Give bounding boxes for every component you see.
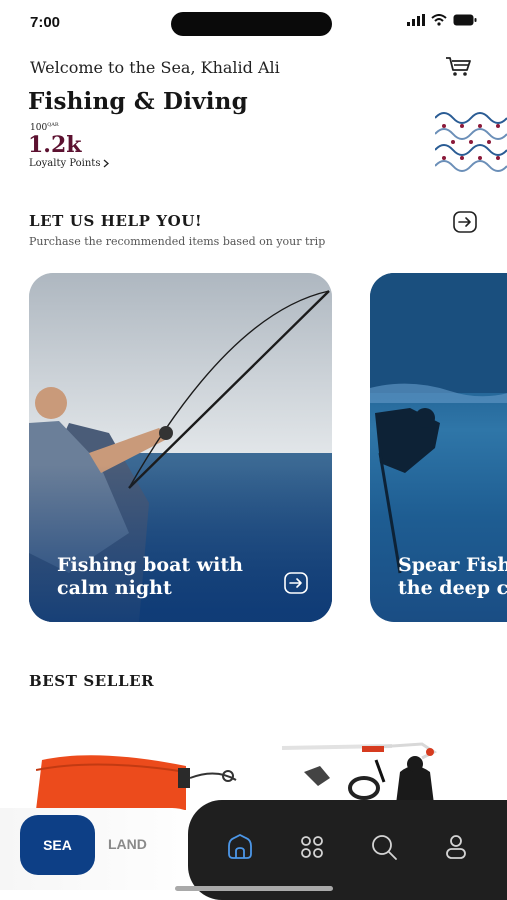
cart-icon bbox=[446, 57, 471, 76]
help-see-all-button[interactable] bbox=[453, 211, 477, 237]
tab-profile[interactable] bbox=[441, 832, 471, 862]
welcome-text: Welcome to the Sea, Khalid Ali bbox=[30, 58, 280, 77]
loyalty-points-label: Loyalty Points bbox=[29, 158, 101, 169]
arrow-right-box-icon bbox=[453, 211, 477, 233]
tab-search[interactable] bbox=[369, 832, 399, 862]
home-icon bbox=[228, 834, 252, 859]
cart-button[interactable] bbox=[445, 56, 473, 82]
search-icon bbox=[372, 835, 397, 860]
section-title-help: LET US HELP YOU! bbox=[29, 212, 203, 230]
loyalty-points-link[interactable]: Loyalty Points bbox=[29, 158, 110, 169]
qar-unit: QAR bbox=[47, 122, 59, 128]
chevron-right-icon bbox=[104, 159, 110, 168]
tab-home[interactable] bbox=[225, 832, 255, 862]
trip-card-open-button[interactable] bbox=[284, 572, 308, 598]
product-image-diving-kit[interactable] bbox=[272, 742, 442, 804]
signal-icon bbox=[407, 14, 425, 26]
profile-icon bbox=[446, 835, 466, 859]
trip-card-title-line1: Spear Fish bbox=[398, 554, 507, 576]
trip-card-title-line2: calm night bbox=[57, 577, 172, 599]
wifi-icon bbox=[431, 14, 447, 26]
battery-icon bbox=[453, 14, 477, 26]
status-icons bbox=[407, 14, 477, 26]
status-time: 7:00 bbox=[30, 14, 61, 31]
page-title: Fishing & Diving bbox=[28, 88, 248, 115]
wave-pattern-decoration bbox=[435, 112, 507, 172]
home-indicator bbox=[175, 886, 333, 891]
trip-card-title-line1: Fishing boat with bbox=[57, 554, 243, 576]
trip-card-title: Fishing boat with calm night bbox=[57, 554, 243, 600]
arrow-right-box-icon bbox=[284, 572, 308, 594]
grid-icon bbox=[301, 836, 323, 858]
loyalty-points-value: 1.2k bbox=[28, 132, 82, 158]
trip-card-spear-fishing[interactable]: Spear Fish the deep c bbox=[370, 273, 507, 622]
mode-sea-button[interactable]: SEA bbox=[20, 815, 95, 875]
trip-card-title-line2: the deep c bbox=[398, 577, 507, 599]
tab-categories[interactable] bbox=[297, 832, 327, 862]
mode-land-button[interactable]: LAND bbox=[108, 836, 147, 852]
trip-card-fishing-boat[interactable]: Fishing boat with calm night bbox=[29, 273, 332, 622]
section-subtitle-help: Purchase the recommended items based on … bbox=[29, 235, 326, 248]
section-title-best-seller: BEST SELLER bbox=[29, 672, 155, 690]
dynamic-island bbox=[171, 12, 332, 36]
trip-card-title: Spear Fish the deep c bbox=[398, 554, 507, 600]
